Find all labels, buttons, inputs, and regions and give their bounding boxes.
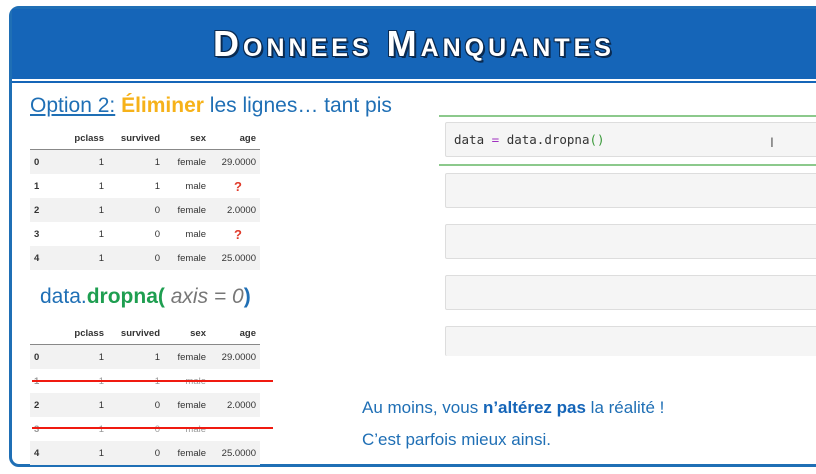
- table-row: 0 1 1 female 29.0000: [30, 344, 260, 369]
- slide-title: Donnees Manquantes: [213, 23, 615, 64]
- table-cell: 0: [30, 149, 68, 174]
- table-cell: 1: [98, 228, 104, 240]
- table-cell: 0: [108, 441, 164, 465]
- table-row: 3 1 0 male?: [30, 222, 260, 246]
- option-label: Option 2:: [30, 94, 116, 117]
- dropna-close: ): [243, 285, 251, 308]
- col-survived: survived: [108, 322, 164, 345]
- table-cell: 1: [68, 198, 108, 222]
- table-row: 4 1 0 female 25.0000: [30, 441, 260, 465]
- table-cell: 29.0000: [210, 344, 260, 369]
- table-cell: 1: [68, 441, 108, 465]
- table-cell: 3: [34, 228, 40, 240]
- table-cell: 0: [154, 423, 160, 435]
- table-cell: male: [185, 180, 206, 192]
- col-sex: sex: [164, 322, 210, 345]
- table-cell: 1: [68, 149, 108, 174]
- dropna-fn: dropna: [86, 285, 158, 308]
- table-cell: [210, 417, 260, 441]
- table-cell: female: [164, 441, 210, 465]
- table-cell: 29.0000: [210, 149, 260, 174]
- active-cell-border-top: [439, 115, 816, 117]
- active-cell-border-bottom: [439, 164, 816, 166]
- table-row: 2 1 0 female 2.0000: [30, 393, 260, 417]
- table-cell: 0: [108, 198, 164, 222]
- table-cell: 4: [30, 246, 68, 270]
- table-cell: female: [164, 246, 210, 270]
- table-row: 3 1 0 male: [30, 417, 260, 441]
- strike-line-row-1: [32, 380, 273, 382]
- slide-header: Donnees Manquantes: [12, 9, 816, 79]
- table-cell: 2: [30, 198, 68, 222]
- code-cell-empty[interactable]: [445, 275, 816, 310]
- title-rest: les lignes… tant pis: [203, 94, 392, 117]
- section-title: Option 2: Éliminer les lignes… tant pis: [30, 94, 392, 118]
- table-cell: female: [164, 149, 210, 174]
- dropna-arg: axis = 0: [164, 285, 244, 308]
- col-age: age: [210, 127, 260, 150]
- table-cell: male: [185, 228, 206, 240]
- code-cell-empty[interactable]: [445, 173, 816, 208]
- table-row: 1 1 1 male?: [30, 174, 260, 198]
- table-cell: 1: [154, 180, 160, 192]
- table-cell: male: [185, 423, 206, 435]
- table-row: 2 1 0 female 2.0000: [30, 198, 260, 222]
- table-cell: 3: [34, 423, 40, 435]
- table-cell: 25.0000: [210, 246, 260, 270]
- table-cell: 1: [98, 180, 104, 192]
- table-cell: 0: [108, 246, 164, 270]
- note-line-2: C’est parfois mieux ainsi.: [362, 430, 551, 449]
- table-after: pclass survived sex age 0 1 1 female 29.0000…: [30, 322, 260, 465]
- table-cell: 1: [68, 393, 108, 417]
- table-cell: 4: [30, 441, 68, 465]
- table-cell: 2: [30, 393, 68, 417]
- col-pclass: pclass: [68, 322, 108, 345]
- table-cell: 2.0000: [210, 198, 260, 222]
- table-cell: 1: [68, 344, 108, 369]
- header-divider: [12, 81, 816, 83]
- col-sex: sex: [164, 127, 210, 150]
- code-text: data = data.dropna(): [454, 132, 605, 147]
- note-line-1: Au moins, vous n’altérez pas la réalité …: [362, 398, 665, 417]
- dropna-obj: data.: [40, 285, 87, 308]
- table-row: 4 1 0 female 25.0000: [30, 246, 260, 270]
- dropna-open: (: [157, 285, 165, 308]
- dropna-call: data.dropna( axis = 0): [40, 285, 251, 309]
- col-age: age: [210, 322, 260, 345]
- table-cell: female: [164, 344, 210, 369]
- table-cell: ?: [234, 178, 242, 194]
- table-before: pclass survived sex age 0 1 1 female 29.0000…: [30, 127, 260, 270]
- table-cell: 0: [154, 228, 160, 240]
- table-cell: female: [164, 198, 210, 222]
- eliminate-label: Éliminer: [121, 94, 204, 117]
- table-cell: 1: [98, 423, 104, 435]
- col-index: [30, 322, 68, 345]
- table-cell: ?: [234, 226, 242, 242]
- text-cursor-icon: I: [770, 134, 774, 150]
- table-cell: 0: [108, 393, 164, 417]
- strike-line-row-3: [32, 427, 273, 429]
- table-cell: 1: [108, 344, 164, 369]
- code-cell-empty[interactable]: [445, 224, 816, 259]
- code-cell-active[interactable]: data = data.dropna(): [445, 122, 816, 157]
- col-survived: survived: [108, 127, 164, 150]
- table-cell: female: [164, 393, 210, 417]
- table-cell: 2.0000: [210, 393, 260, 417]
- table-cell: 1: [68, 246, 108, 270]
- table-cell: 0: [30, 344, 68, 369]
- col-index: [30, 127, 68, 150]
- table-cell: 25.0000: [210, 441, 260, 465]
- table-row: 0 1 1 female 29.0000: [30, 149, 260, 174]
- code-cell-empty[interactable]: [445, 326, 816, 356]
- table-cell: 1: [108, 149, 164, 174]
- col-pclass: pclass: [68, 127, 108, 150]
- table-cell: 1: [34, 180, 40, 192]
